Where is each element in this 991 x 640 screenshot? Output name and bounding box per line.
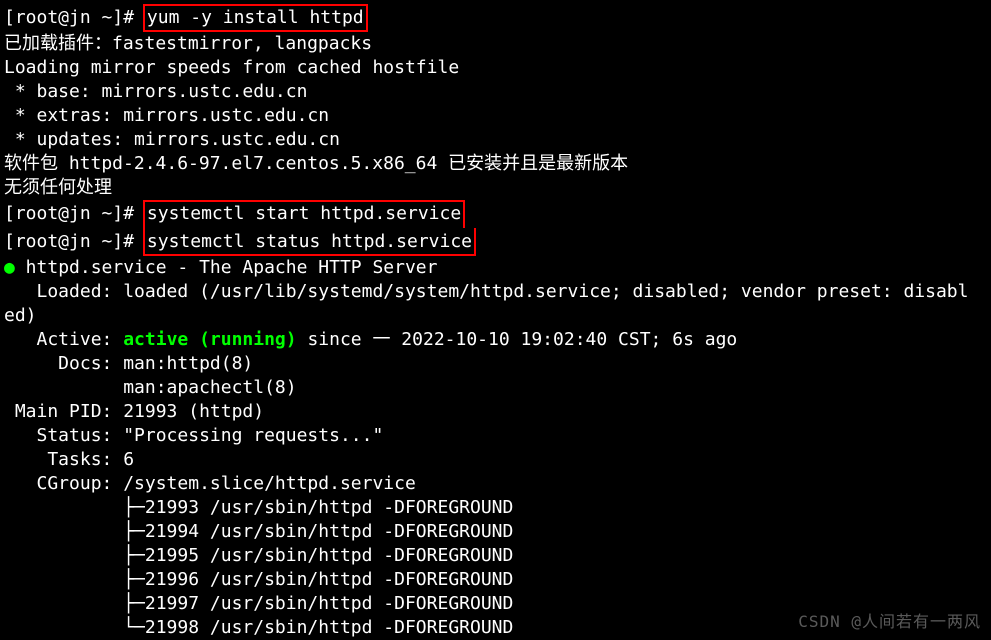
watermark: CSDN @人间若有一两风 — [798, 610, 981, 634]
status-docs: Docs: man:httpd(8) — [4, 353, 253, 374]
bullet-icon: ● — [4, 257, 15, 278]
proc-line: ├─21997 /usr/sbin/httpd -DFOREGROUND — [4, 593, 513, 614]
status-line: Status: "Processing requests..." — [4, 425, 383, 446]
cmd-systemctl-start: systemctl start httpd.service — [143, 200, 465, 228]
terminal-output: [root@jn ~]# yum -y install httpd 已加载插件：… — [0, 0, 991, 640]
proc-line: └─21998 /usr/sbin/httpd -DFOREGROUND — [4, 617, 513, 638]
output-line: 无须任何处理 — [4, 177, 112, 198]
active-state: active (running) — [123, 329, 296, 350]
output-line: Loading mirror speeds from cached hostfi… — [4, 57, 459, 78]
status-loaded: Loaded: loaded (/usr/lib/systemd/system/… — [4, 281, 969, 326]
prompt: [root@jn ~]# — [4, 7, 145, 28]
prompt: [root@jn ~]# — [4, 203, 145, 224]
proc-line: ├─21993 /usr/sbin/httpd -DFOREGROUND — [4, 497, 513, 518]
active-rest: since 一 2022-10-10 19:02:40 CST; 6s ago — [297, 329, 738, 350]
cmd-systemctl-status: systemctl status httpd.service — [143, 228, 476, 256]
cmd-yum-install: yum -y install httpd — [143, 4, 368, 32]
output-line: * updates: mirrors.ustc.edu.cn — [4, 129, 340, 150]
proc-line: ├─21995 /usr/sbin/httpd -DFOREGROUND — [4, 545, 513, 566]
proc-line: ├─21996 /usr/sbin/httpd -DFOREGROUND — [4, 569, 513, 590]
status-tasks: Tasks: 6 — [4, 449, 134, 470]
status-docs: man:apachectl(8) — [4, 377, 297, 398]
proc-line: ├─21994 /usr/sbin/httpd -DFOREGROUND — [4, 521, 513, 542]
prompt: [root@jn ~]# — [4, 231, 145, 252]
output-line: * base: mirrors.ustc.edu.cn — [4, 81, 307, 102]
output-line: * extras: mirrors.ustc.edu.cn — [4, 105, 329, 126]
output-line: 软件包 httpd-2.4.6-97.el7.centos.5.x86_64 已… — [4, 153, 628, 174]
output-line: 已加载插件：fastestmirror, langpacks — [4, 33, 372, 54]
status-cgroup: CGroup: /system.slice/httpd.service — [4, 473, 416, 494]
status-mainpid: Main PID: 21993 (httpd) — [4, 401, 264, 422]
service-title: httpd.service - The Apache HTTP Server — [15, 257, 438, 278]
active-label: Active: — [4, 329, 123, 350]
